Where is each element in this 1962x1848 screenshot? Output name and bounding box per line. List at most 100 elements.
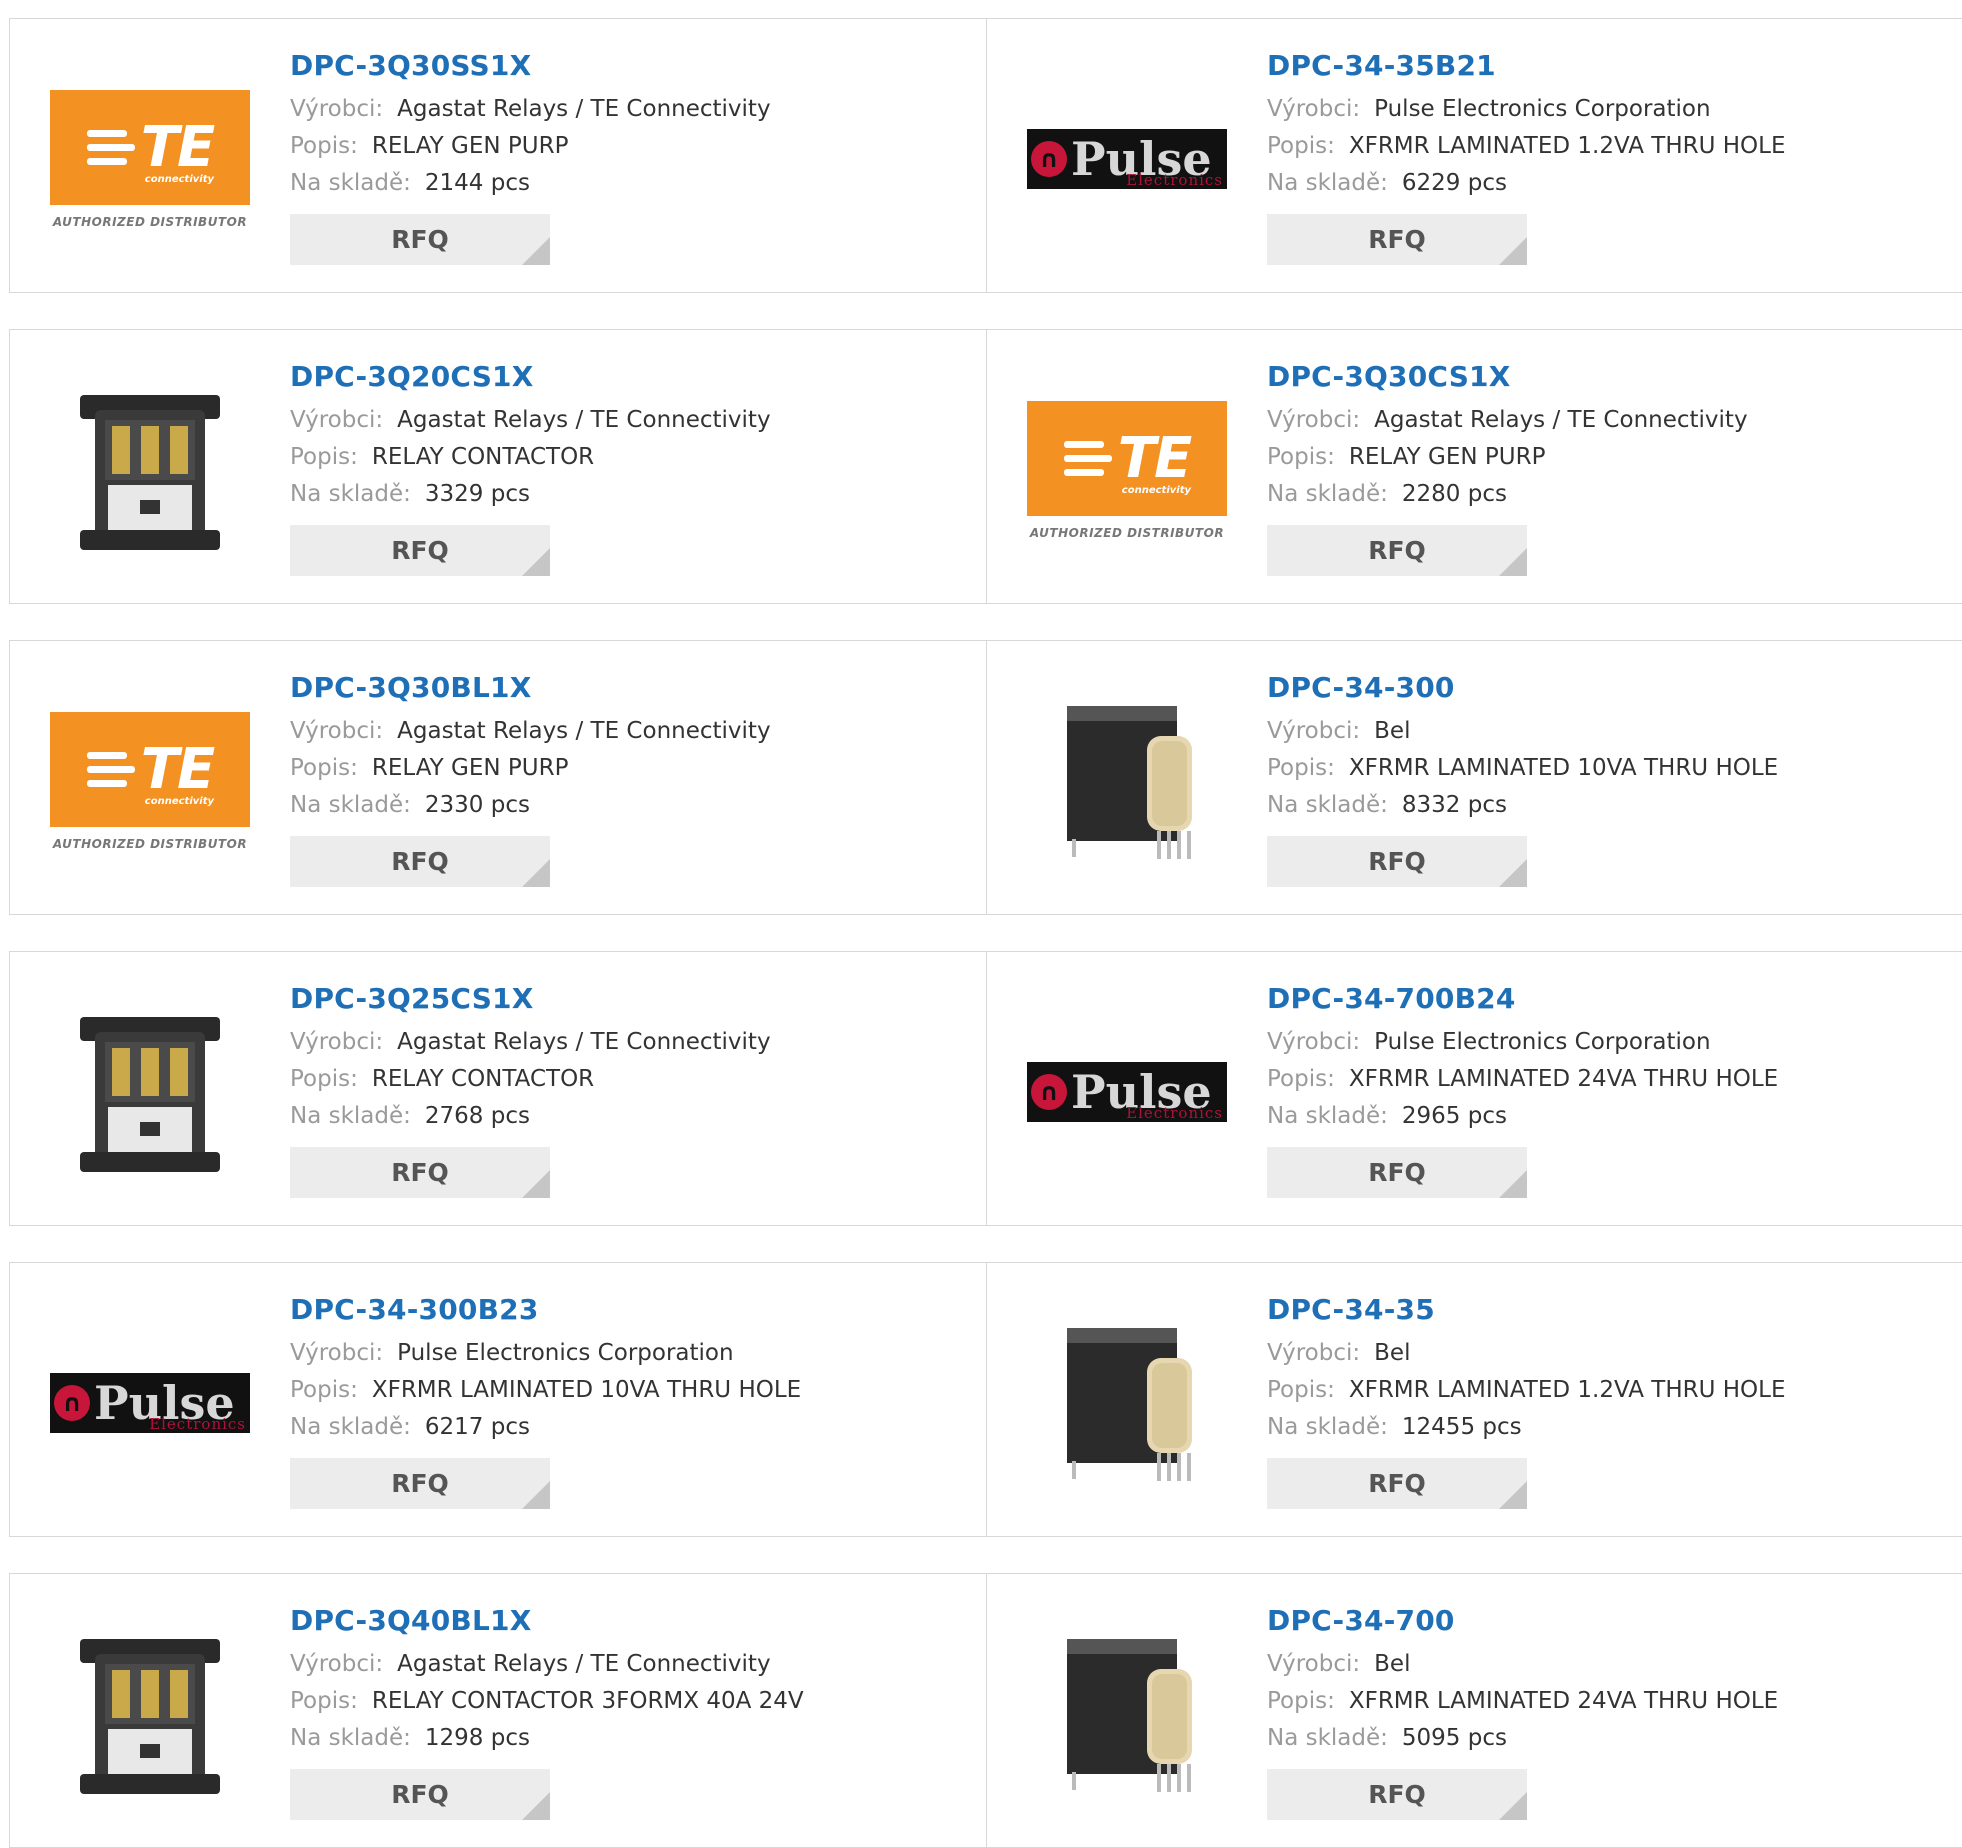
product-info: DPC-34-700B24 Výrobci: Pulse Electronics … xyxy=(1267,982,1778,1198)
part-number-link[interactable]: DPC-3Q20CS1X xyxy=(290,360,771,394)
part-number-link[interactable]: DPC-34-700 xyxy=(1267,1604,1778,1638)
rfq-button[interactable]: RFQ xyxy=(290,836,550,887)
description-label: Popis: xyxy=(290,1688,358,1714)
rfq-button[interactable]: RFQ xyxy=(290,1147,550,1198)
stock-value: 2768 pcs xyxy=(424,1103,530,1129)
product-card: DPC-3Q25CS1X Výrobci: Agastat Relays / TE… xyxy=(9,951,987,1226)
description-label: Popis: xyxy=(290,1377,358,1403)
description-row: Popis: RELAY GEN PURP xyxy=(290,128,771,165)
description-row: Popis: RELAY CONTACTOR 3FORMX 40A 24V xyxy=(290,1683,804,1720)
te-logo-word: TE xyxy=(140,736,215,802)
contactor-image xyxy=(80,1017,220,1172)
product-image[interactable] xyxy=(50,1614,250,1814)
product-info: DPC-34-300 Výrobci: Bel Popis: XFRMR LAMIN… xyxy=(1267,671,1778,887)
part-number-link[interactable]: DPC-3Q30SS1X xyxy=(290,49,771,83)
stock-value: 2280 pcs xyxy=(1401,481,1507,507)
manufacturer-label: Výrobci: xyxy=(1267,407,1361,433)
stock-label: Na skladě: xyxy=(290,1103,411,1129)
part-number-link[interactable]: DPC-3Q25CS1X xyxy=(290,982,771,1016)
stock-row: Na skladě: 5095 pcs xyxy=(1267,1720,1778,1757)
pulse-circle-icon: ∩ xyxy=(54,1385,90,1421)
product-image[interactable] xyxy=(50,992,250,1192)
transformer-image xyxy=(1067,1328,1192,1481)
description-value: RELAY CONTACTOR xyxy=(371,444,595,470)
description-row: Popis: XFRMR LAMINATED 24VA THRU HOLE xyxy=(1267,1061,1778,1098)
rfq-button[interactable]: RFQ xyxy=(290,525,550,576)
pulse-circle-icon: ∩ xyxy=(1031,141,1067,177)
contactor-image xyxy=(80,1639,220,1794)
part-number-link[interactable]: DPC-3Q40BL1X xyxy=(290,1604,804,1638)
description-row: Popis: XFRMR LAMINATED 24VA THRU HOLE xyxy=(1267,1683,1778,1720)
product-info: DPC-34-300B23 Výrobci: Pulse Electronics … xyxy=(290,1293,801,1509)
te-logo-bars-icon xyxy=(86,129,135,165)
rfq-button[interactable]: RFQ xyxy=(1267,836,1527,887)
product-row: TE connectivity AUTHORIZED DISTRIBUTOR DPC… xyxy=(9,640,1962,915)
product-image[interactable]: ∩ Pulse Electronics xyxy=(1027,59,1227,259)
rfq-button[interactable]: RFQ xyxy=(1267,1458,1527,1509)
product-image[interactable]: ∩ Pulse Electronics xyxy=(50,1303,250,1503)
rfq-button[interactable]: RFQ xyxy=(1267,525,1527,576)
manufacturer-label: Výrobci: xyxy=(290,1029,384,1055)
te-connectivity-logo: TE connectivity AUTHORIZED DISTRIBUTOR xyxy=(50,89,250,229)
product-card: ∩ Pulse Electronics DPC-34-300B23 Výrobci:… xyxy=(9,1262,987,1537)
product-card: DPC-34-300 Výrobci: Bel Popis: XFRMR LAMIN… xyxy=(986,640,1962,915)
manufacturer-row: Výrobci: Bel xyxy=(1267,1646,1778,1683)
product-image[interactable] xyxy=(1027,1614,1227,1814)
stock-value: 2965 pcs xyxy=(1401,1103,1507,1129)
description-label: Popis: xyxy=(1267,133,1335,159)
description-label: Popis: xyxy=(1267,1377,1335,1403)
pulse-circle-icon: ∩ xyxy=(1031,1074,1067,1110)
pulse-electronics-logo: ∩ Pulse Electronics xyxy=(50,1373,250,1433)
stock-row: Na skladě: 1298 pcs xyxy=(290,1720,804,1757)
manufacturer-label: Výrobci: xyxy=(1267,1029,1361,1055)
transformer-image xyxy=(1067,706,1192,859)
te-logo-box: TE connectivity xyxy=(50,711,250,827)
product-row: TE connectivity AUTHORIZED DISTRIBUTOR DPC… xyxy=(9,18,1962,293)
part-number-link[interactable]: DPC-34-300 xyxy=(1267,671,1778,705)
product-info: DPC-34-35 Výrobci: Bel Popis: XFRMR LAMINA… xyxy=(1267,1293,1786,1509)
rfq-button[interactable]: RFQ xyxy=(290,1769,550,1820)
manufacturer-value: Bel xyxy=(1374,1340,1411,1366)
pulse-logo-sub: Electronics xyxy=(149,1415,246,1433)
description-row: Popis: XFRMR LAMINATED 10VA THRU HOLE xyxy=(290,1372,801,1409)
part-number-link[interactable]: DPC-3Q30BL1X xyxy=(290,671,771,705)
description-row: Popis: XFRMR LAMINATED 10VA THRU HOLE xyxy=(1267,750,1778,787)
rfq-button[interactable]: RFQ xyxy=(1267,1147,1527,1198)
manufacturer-value: Agastat Relays / TE Connectivity xyxy=(397,1029,771,1055)
product-image[interactable] xyxy=(1027,681,1227,881)
part-number-link[interactable]: DPC-34-35 xyxy=(1267,1293,1786,1327)
rfq-button[interactable]: RFQ xyxy=(1267,1769,1527,1820)
stock-row: Na skladě: 6217 pcs xyxy=(290,1409,801,1446)
product-image[interactable] xyxy=(1027,1303,1227,1503)
rfq-button[interactable]: RFQ xyxy=(290,214,550,265)
description-value: XFRMR LAMINATED 10VA THRU HOLE xyxy=(1348,755,1779,781)
rfq-button[interactable]: RFQ xyxy=(1267,214,1527,265)
description-row: Popis: XFRMR LAMINATED 1.2VA THRU HOLE xyxy=(1267,1372,1786,1409)
product-card: TE connectivity AUTHORIZED DISTRIBUTOR DPC… xyxy=(986,329,1962,604)
product-info: DPC-3Q30BL1X Výrobci: Agastat Relays / TE… xyxy=(290,671,771,887)
part-number-link[interactable]: DPC-3Q30CS1X xyxy=(1267,360,1748,394)
manufacturer-value: Bel xyxy=(1374,1651,1411,1677)
authorized-distributor-text: AUTHORIZED DISTRIBUTOR xyxy=(52,836,248,851)
product-image[interactable]: TE connectivity AUTHORIZED DISTRIBUTOR xyxy=(50,59,250,259)
product-image[interactable]: TE connectivity AUTHORIZED DISTRIBUTOR xyxy=(50,681,250,881)
product-info: DPC-3Q20CS1X Výrobci: Agastat Relays / TE… xyxy=(290,360,771,576)
rfq-button[interactable]: RFQ xyxy=(290,1458,550,1509)
description-value: RELAY CONTACTOR xyxy=(371,1066,595,1092)
pulse-electronics-logo: ∩ Pulse Electronics xyxy=(1027,1062,1227,1122)
description-label: Popis: xyxy=(1267,1066,1335,1092)
stock-value: 3329 pcs xyxy=(424,481,530,507)
product-image[interactable] xyxy=(50,370,250,570)
product-image[interactable]: TE connectivity AUTHORIZED DISTRIBUTOR xyxy=(1027,370,1227,570)
part-number-link[interactable]: DPC-34-700B24 xyxy=(1267,982,1778,1016)
manufacturer-label: Výrobci: xyxy=(290,407,384,433)
stock-label: Na skladě: xyxy=(1267,481,1388,507)
part-number-link[interactable]: DPC-34-35B21 xyxy=(1267,49,1786,83)
part-number-link[interactable]: DPC-34-300B23 xyxy=(290,1293,801,1327)
product-image[interactable]: ∩ Pulse Electronics xyxy=(1027,992,1227,1192)
description-label: Popis: xyxy=(1267,1688,1335,1714)
manufacturer-row: Výrobci: Agastat Relays / TE Connectivity xyxy=(290,1024,771,1061)
te-logo-bars-icon xyxy=(86,751,135,787)
stock-value: 12455 pcs xyxy=(1401,1414,1522,1440)
product-row: DPC-3Q40BL1X Výrobci: Agastat Relays / TE… xyxy=(9,1573,1962,1848)
